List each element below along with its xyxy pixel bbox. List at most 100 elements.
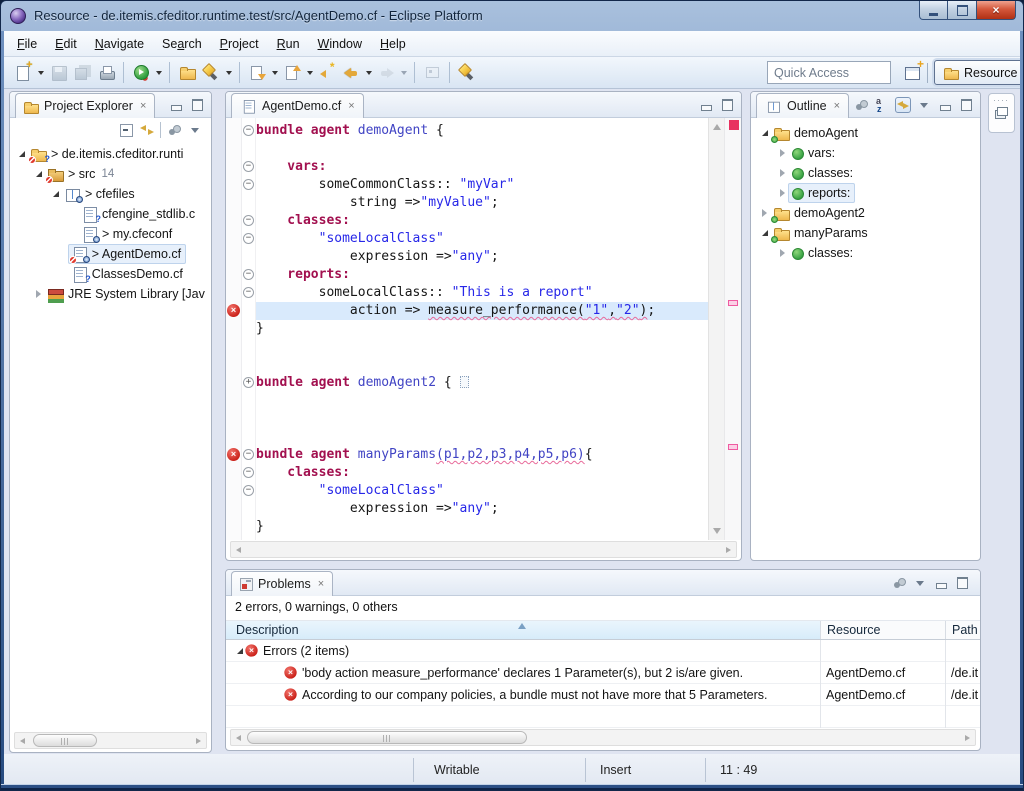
tree-expand-icon[interactable] bbox=[50, 191, 61, 197]
code-line-14[interactable] bbox=[256, 356, 708, 374]
code-line-17[interactable] bbox=[256, 410, 708, 428]
code-line-11[interactable]: action => measure_performance("1","2"); bbox=[256, 302, 708, 320]
run-dropdown-arrow[interactable] bbox=[153, 61, 164, 85]
code-line-6[interactable]: classes: bbox=[256, 212, 708, 230]
code-line-21[interactable]: "someLocalClass" bbox=[256, 482, 708, 500]
problem-row[interactable]: According to our company policies, a bun… bbox=[226, 684, 980, 706]
view-dropdown-icon[interactable] bbox=[912, 575, 928, 591]
minimize-view-icon[interactable] bbox=[933, 575, 949, 591]
maximize-view-icon[interactable] bbox=[189, 97, 205, 113]
tab-problems[interactable]: Problems × bbox=[231, 571, 333, 596]
code-line-9[interactable]: reports: bbox=[256, 266, 708, 284]
tab-outline[interactable]: Outline × bbox=[756, 93, 849, 118]
view-menu-icon[interactable] bbox=[166, 122, 182, 138]
fold-collapse-icon[interactable]: − bbox=[243, 161, 254, 172]
tree-item-src[interactable]: > src14 bbox=[10, 164, 211, 184]
code-line-4[interactable]: someCommonClass:: "myVar" bbox=[256, 176, 708, 194]
next-annotation-button[interactable] bbox=[245, 61, 269, 85]
tree-item-reports[interactable]: reports: bbox=[751, 183, 980, 203]
tree-expand-icon[interactable] bbox=[16, 151, 27, 157]
menu-project[interactable]: Project bbox=[211, 33, 268, 55]
tree-item-manyparams[interactable]: manyParams bbox=[751, 223, 980, 243]
menu-file[interactable]: File bbox=[8, 33, 46, 55]
title-bar[interactable]: Resource - de.itemis.cfeditor.runtime.te… bbox=[1, 1, 1024, 31]
maximize-view-icon[interactable] bbox=[719, 97, 735, 113]
code-area[interactable]: bundle agent demoAgent { vars: someCommo… bbox=[256, 118, 708, 540]
folded-region-icon[interactable] bbox=[460, 376, 469, 388]
overview-error-marker[interactable] bbox=[728, 444, 738, 450]
close-button[interactable]: × bbox=[976, 1, 1016, 20]
menu-edit[interactable]: Edit bbox=[46, 33, 86, 55]
tree-expand-icon[interactable] bbox=[759, 130, 770, 136]
search-button[interactable] bbox=[455, 61, 479, 85]
project-explorer-close-icon[interactable]: × bbox=[140, 101, 146, 112]
tree-expand-icon[interactable] bbox=[777, 249, 788, 257]
save-button[interactable] bbox=[46, 61, 70, 85]
problems-group-errors[interactable]: Errors (2 items) bbox=[226, 640, 980, 662]
tree-expand-icon[interactable] bbox=[777, 189, 788, 197]
menu-window[interactable]: Window bbox=[309, 33, 371, 55]
view-dropdown-icon[interactable] bbox=[916, 97, 932, 113]
back-button[interactable] bbox=[339, 61, 363, 85]
menu-navigate[interactable]: Navigate bbox=[86, 33, 153, 55]
menu-search[interactable]: Search bbox=[153, 33, 211, 55]
tree-expand-icon[interactable] bbox=[777, 149, 788, 157]
restore-view-icon[interactable] bbox=[995, 107, 1008, 119]
column-divider[interactable] bbox=[820, 640, 821, 728]
previous-annotation-button[interactable] bbox=[280, 61, 304, 85]
error-marker-icon[interactable] bbox=[227, 304, 240, 317]
fold-collapse-icon[interactable]: − bbox=[243, 179, 254, 190]
code-line-8[interactable]: expression =>"any"; bbox=[256, 248, 708, 266]
code-line-10[interactable]: someLocalClass:: "This is a report" bbox=[256, 284, 708, 302]
tab-agentdemo[interactable]: AgentDemo.cf × bbox=[231, 93, 364, 118]
column-path[interactable]: Path bbox=[945, 621, 980, 639]
save-all-button[interactable] bbox=[70, 61, 94, 85]
code-line-2[interactable] bbox=[256, 140, 708, 158]
tree-item-vars[interactable]: vars: bbox=[751, 143, 980, 163]
menu-run[interactable]: Run bbox=[268, 33, 309, 55]
editor-tab-close-icon[interactable]: × bbox=[348, 101, 354, 112]
sort-alphabetical-icon[interactable] bbox=[874, 97, 890, 113]
print-button[interactable] bbox=[94, 61, 118, 85]
editor-hscrollbar[interactable] bbox=[230, 541, 737, 558]
link-with-editor-icon[interactable] bbox=[139, 122, 155, 138]
fold-collapse-icon[interactable]: − bbox=[243, 467, 254, 478]
resource-perspective-button[interactable]: Resource bbox=[934, 60, 1024, 85]
tree-item-classes[interactable]: classes: bbox=[751, 163, 980, 183]
flashlight-dropdown-arrow[interactable] bbox=[223, 61, 234, 85]
overview-error-marker[interactable] bbox=[728, 300, 738, 306]
fold-collapse-icon[interactable]: − bbox=[243, 215, 254, 226]
tab-project-explorer[interactable]: Project Explorer × bbox=[15, 93, 155, 118]
tree-expand-icon[interactable] bbox=[759, 209, 770, 217]
focus-icon[interactable] bbox=[891, 575, 907, 591]
project-explorer-hscrollbar[interactable] bbox=[14, 732, 207, 749]
new-wizard-dropdown-arrow[interactable] bbox=[35, 61, 46, 85]
quick-access-input[interactable] bbox=[767, 61, 891, 84]
next-annotation-dropdown-arrow[interactable] bbox=[269, 61, 280, 85]
code-line-16[interactable] bbox=[256, 392, 708, 410]
open-folder-button[interactable] bbox=[175, 61, 199, 85]
fold-collapse-icon[interactable]: − bbox=[243, 125, 254, 136]
minimize-view-icon[interactable] bbox=[698, 97, 714, 113]
problem-row[interactable]: 'body action measure_performance' declar… bbox=[226, 662, 980, 684]
editor-vscrollbar[interactable] bbox=[708, 118, 724, 540]
code-line-18[interactable] bbox=[256, 428, 708, 446]
column-divider[interactable] bbox=[945, 640, 946, 728]
code-line-13[interactable] bbox=[256, 338, 708, 356]
problems-tab-close-icon[interactable]: × bbox=[318, 579, 324, 590]
column-resource[interactable]: Resource bbox=[820, 621, 945, 639]
code-line-22[interactable]: expression =>"any"; bbox=[256, 500, 708, 518]
outline-tab-close-icon[interactable]: × bbox=[834, 101, 840, 112]
code-line-7[interactable]: "someLocalClass" bbox=[256, 230, 708, 248]
tree-expand-icon[interactable] bbox=[33, 171, 44, 177]
tree-item-cfengine-stdlib-c[interactable]: cfengine_stdlib.c bbox=[10, 204, 211, 224]
code-line-19[interactable]: bundle agent manyParams(p1,p2,p3,p4,p5,p… bbox=[256, 446, 708, 464]
collapse-all-icon[interactable] bbox=[118, 122, 134, 138]
tree-item-jre-system-library-jav[interactable]: JRE System Library [Jav bbox=[10, 284, 211, 304]
tree-expand-icon[interactable] bbox=[33, 290, 44, 298]
open-perspective-icon[interactable] bbox=[903, 63, 923, 83]
previous-annotation-dropdown-arrow[interactable] bbox=[304, 61, 315, 85]
code-line-23[interactable]: } bbox=[256, 518, 708, 536]
fold-collapse-icon[interactable]: − bbox=[243, 233, 254, 244]
fold-collapse-icon[interactable]: − bbox=[243, 269, 254, 280]
